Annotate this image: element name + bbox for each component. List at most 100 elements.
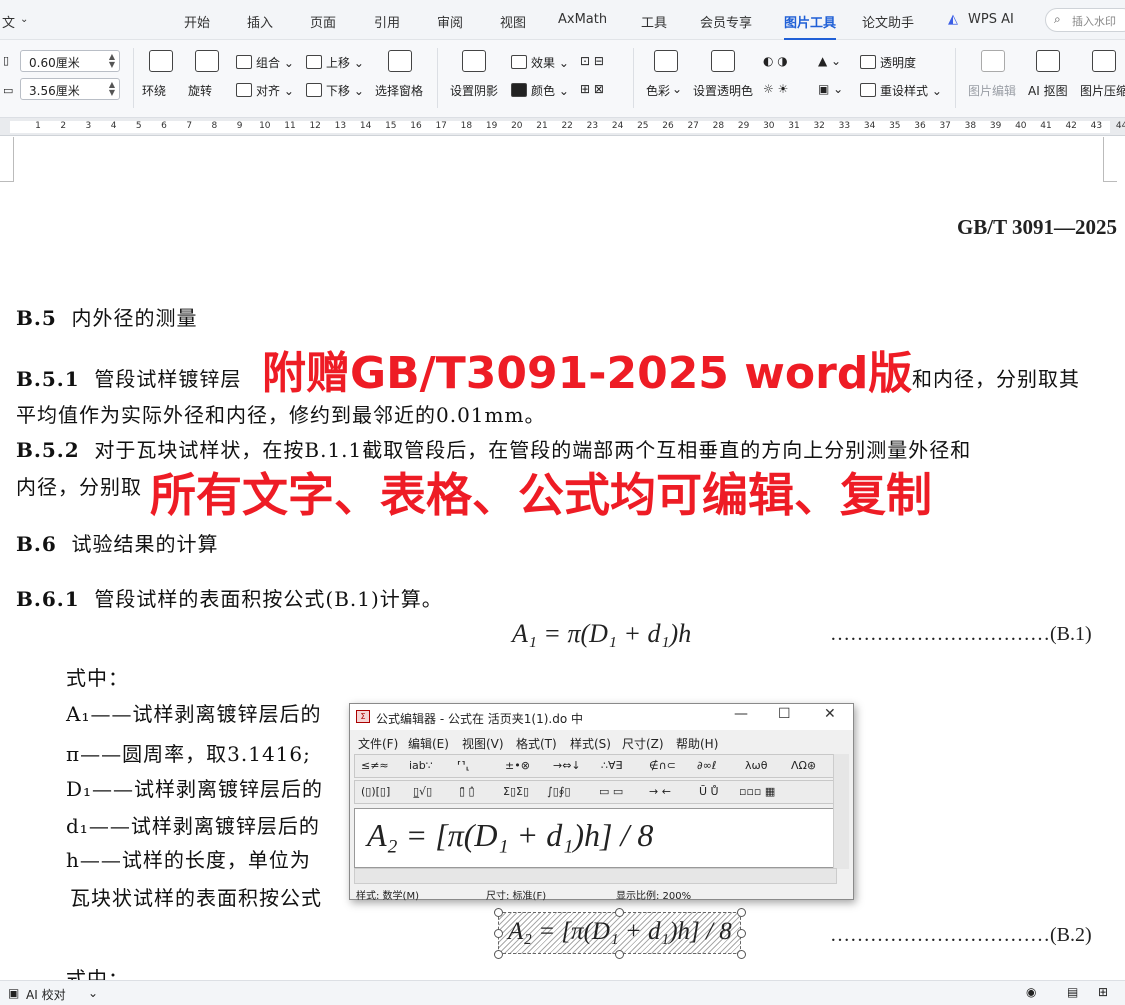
tab-axmath[interactable]: AxMath — [558, 12, 607, 27]
search-input[interactable]: ⌕ 插入水印 — [1045, 8, 1125, 32]
group-button[interactable]: 组合 ⌄ — [236, 54, 294, 71]
equation-edit-area[interactable]: A₂ = [π(D₁ + d₁)h] / 8 — [354, 808, 837, 868]
greek-upper-palette[interactable]: ΛΩ⊛ — [791, 759, 816, 772]
wps-ai-icon: ◭ — [948, 12, 958, 27]
eye-icon[interactable]: ◉ — [1026, 985, 1036, 999]
menu-size[interactable]: 尺寸(Z) — [622, 735, 664, 752]
resize-handle[interactable] — [615, 950, 624, 959]
web-view-icon[interactable]: ⊞ — [1098, 985, 1108, 999]
fence-templates[interactable]: (▯)[▯] — [361, 785, 390, 798]
chevron-down-icon[interactable]: ⌄ — [88, 986, 98, 1000]
width-field[interactable]: 0.60厘米 ▲ ▼ — [20, 50, 120, 72]
rotate-button[interactable]: 旋转 — [188, 82, 212, 99]
script-templates[interactable]: ▯̄ ▯̂ — [459, 785, 475, 798]
menu-edit[interactable]: 编辑(E) — [408, 735, 449, 752]
color-mode-button[interactable]: 色彩 — [646, 82, 670, 99]
tab-view[interactable]: 视图 — [500, 12, 526, 31]
fraction-radical-templates[interactable]: ▯̲√▯ — [413, 785, 432, 798]
stepper-icon[interactable]: ▲ ▼ — [109, 81, 115, 97]
ruler-tick-label: 6 — [161, 121, 167, 131]
tab-paper-assistant[interactable]: 论文助手 — [862, 12, 914, 31]
embellishments-palette[interactable]: ⸢⸣⸤ — [457, 759, 470, 772]
greek-lower-palette[interactable]: λωθ — [745, 759, 767, 772]
tab-picture-tools[interactable]: 图片工具 — [784, 12, 837, 40]
dialog-titlebar[interactable]: Σ 公式编辑器 - 公式在 活页夹1(1).do 中 — ☐ ✕ — [350, 704, 853, 730]
tab-page[interactable]: 页面 — [310, 12, 336, 31]
menu-style[interactable]: 样式(S) — [570, 735, 611, 752]
set-transparent-color-button[interactable]: 设置透明色 — [693, 82, 753, 99]
maximize-icon[interactable]: ☐ — [778, 706, 791, 722]
spaces-palette[interactable]: ⅰab∵ — [409, 759, 433, 772]
tab-references[interactable]: 引用 — [374, 12, 400, 31]
wrap-button[interactable]: 环绕 — [142, 82, 166, 99]
relations-palette[interactable]: ≤≠≈ — [361, 759, 389, 772]
arrows-palette[interactable]: →⇔↓ — [553, 759, 581, 772]
resize-handle[interactable] — [494, 950, 503, 959]
contrast-icon[interactable]: ☼ ☀ — [763, 82, 788, 96]
misc-palette[interactable]: ∂∞ℓ — [697, 759, 716, 772]
align-button[interactable]: 对齐 ⌄ — [236, 82, 294, 99]
fill-color-icon[interactable]: ▲ ⌄ — [818, 54, 841, 68]
effect-button[interactable]: 效果 ⌄ — [511, 54, 569, 71]
tab-home[interactable]: 开始 — [184, 12, 210, 31]
tab-wps-ai[interactable]: WPS AI — [968, 12, 1014, 27]
matrix-templates[interactable]: ▫▫▫ ▦ — [739, 785, 775, 798]
border-color-icon[interactable]: ▣ ⌄ — [818, 82, 843, 96]
vertical-scrollbar[interactable] — [833, 754, 849, 869]
close-icon[interactable]: ✕ — [824, 706, 836, 722]
horizontal-ruler[interactable]: 1 2 3 4 5 6 7 8 9 10 11 12 13 14 15 16 17 18 19 20 21 22 23 24 2… — [0, 118, 1125, 136]
move-down-label: 下移 — [326, 84, 351, 98]
brightness-icon[interactable]: ◐ ◑ — [763, 54, 788, 68]
image-compress-button[interactable]: 图片压缩 — [1080, 82, 1125, 99]
stepper-icon[interactable]: ▲ ▼ — [109, 53, 115, 69]
file-menu[interactable]: 文 — [2, 12, 15, 31]
move-up-button[interactable]: 上移 ⌄ — [306, 54, 364, 71]
horizontal-scrollbar[interactable] — [354, 868, 837, 884]
tab-insert[interactable]: 插入 — [247, 12, 273, 31]
menu-file[interactable]: 文件(F) — [358, 735, 398, 752]
resize-handle[interactable] — [737, 929, 746, 938]
equation-content[interactable]: A₂ = [π(D₁ + d₁)h] / 8 — [367, 817, 653, 854]
ai-check-button[interactable]: AI 校对 — [26, 986, 66, 1003]
move-down-button[interactable]: 下移 ⌄ — [306, 82, 364, 99]
resize-handle[interactable] — [737, 950, 746, 959]
height-field[interactable]: 3.56厘米 ▲ ▼ — [20, 78, 120, 100]
menu-help[interactable]: 帮助(H) — [676, 735, 718, 752]
resize-handle[interactable] — [737, 908, 746, 917]
rotate-icon — [195, 50, 219, 72]
bar-templates[interactable]: ▭ ▭ — [599, 785, 623, 798]
crop-icon[interactable]: ⊡ ⊟ — [580, 54, 604, 68]
tab-member[interactable]: 会员专享 — [700, 12, 752, 31]
resize-handle[interactable] — [494, 929, 503, 938]
menu-view[interactable]: 视图(V) — [462, 735, 504, 752]
chevron-down-icon[interactable]: ⌄ — [672, 82, 682, 96]
select-pane-button[interactable]: 选择窗格 — [375, 82, 423, 99]
summation-templates[interactable]: Σ▯Σ▯ — [503, 785, 529, 798]
transparency-button[interactable]: 透明度 — [860, 54, 916, 71]
logic-palette[interactable]: ∴∀∃ — [601, 759, 622, 772]
labeled-arrow-templates[interactable]: → ← — [649, 785, 671, 798]
minimize-icon[interactable]: — — [734, 706, 748, 722]
effect-icon — [511, 55, 527, 69]
resize-handle[interactable] — [615, 908, 624, 917]
ruler-tick-label: 5 — [135, 121, 142, 131]
ruler-tick-label: 15 — [385, 121, 397, 131]
set-shadow-button[interactable]: 设置阴影 — [450, 82, 498, 99]
reset-style-button[interactable]: 重设样式 ⌄ — [860, 82, 942, 99]
formula-b2[interactable]: A₂ = [π(D₁ + d₁)h] / 8 — [508, 918, 732, 946]
chevron-down-icon[interactable]: ⌄ — [20, 14, 28, 25]
image-edit-button[interactable]: 图片编辑 — [968, 82, 1016, 99]
resize-handle[interactable] — [494, 908, 503, 917]
tab-review[interactable]: 审阅 — [437, 12, 463, 31]
formula-b1[interactable]: A₁ = π(D₁ + d₁)h — [512, 619, 691, 649]
tab-tools[interactable]: 工具 — [641, 12, 667, 31]
product-templates[interactable]: Ū Ů — [699, 785, 719, 798]
flip-icon[interactable]: ⊞ ⊠ — [580, 82, 604, 96]
page-view-icon[interactable]: ▤ — [1067, 985, 1078, 999]
menu-format[interactable]: 格式(T) — [516, 735, 557, 752]
operators-palette[interactable]: ±•⊗ — [505, 759, 530, 772]
integral-templates[interactable]: ∫▯∮▯ — [547, 785, 571, 798]
ai-cutout-button[interactable]: AI 抠图 — [1028, 82, 1068, 99]
sets-palette[interactable]: ∉∩⊂ — [649, 759, 676, 772]
color-button[interactable]: 颜色 ⌄ — [511, 82, 569, 99]
